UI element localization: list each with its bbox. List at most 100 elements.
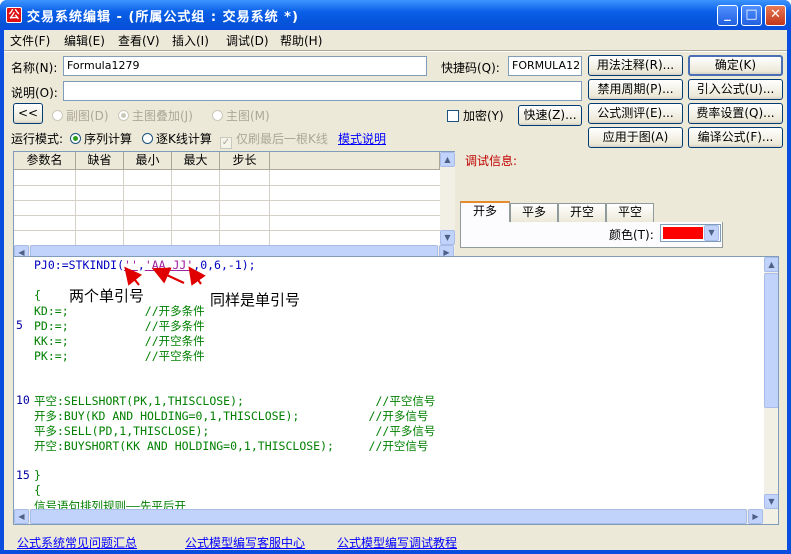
apply-to-chart-button[interactable]: 应用于图(A)	[588, 127, 683, 148]
code-token: PK:=; //平空条件	[34, 349, 205, 363]
close-button[interactable]: ✕	[765, 5, 786, 26]
scroll-right-icon[interactable]: ▶	[748, 509, 763, 524]
scroll-up-icon[interactable]: ▲	[764, 257, 778, 272]
tab-open-long[interactable]: 开多	[460, 201, 510, 223]
color-dropdown[interactable]: ▼	[660, 224, 721, 242]
shortcut-label: 快捷码(Q):	[441, 61, 500, 75]
menu-help[interactable]: 帮助(H)	[280, 32, 322, 49]
code-token: 开空:BUYSHORT(KK AND HOLDING=0,1,THISCLOSE…	[34, 439, 429, 453]
code-line[interactable]: 开空:BUYSHORT(KK AND HOLDING=0,1,THISCLOSE…	[34, 438, 428, 453]
menu-debug[interactable]: 调试(D)	[226, 32, 269, 49]
code-line[interactable]: PD:=; //平多条件	[34, 318, 205, 333]
scroll-left-icon[interactable]: ◀	[14, 509, 29, 524]
param-col-blank	[270, 152, 440, 170]
chevron-down-icon[interactable]: ▼	[704, 225, 719, 241]
code-token: KK:=; //开空条件	[34, 334, 205, 348]
radio-circle	[212, 110, 223, 121]
import-formula-button[interactable]: 引入公式(U)...	[688, 79, 783, 100]
code-token: {	[34, 288, 41, 302]
only-last-bar-checkbox[interactable]: ✓ 仅刷最后一根K线	[220, 130, 328, 149]
code-line[interactable]: 平多:SELL(PD,1,THISCLOSE); //平多信号	[34, 423, 435, 438]
usage-note-button[interactable]: 用法注释(R)...	[588, 55, 683, 76]
scroll-down-icon[interactable]: ▼	[764, 494, 778, 509]
tutorial-link[interactable]: 公式模型编写调试教程	[337, 534, 457, 551]
dialog-client: 文件(F) 编辑(E) 查看(V) 插入(I) 调试(D) 帮助(H) 名称(N…	[4, 30, 787, 550]
code-editor[interactable]: PJ0:=STKINDI('','AA.JJ',0,6,-1); {KD:=; /…	[13, 256, 779, 525]
menu-file[interactable]: 文件(F)	[10, 32, 50, 49]
menu-edit[interactable]: 编辑(E)	[64, 32, 105, 49]
name-field[interactable]: Formula1279	[63, 56, 427, 76]
param-col-name: 参数名	[14, 152, 76, 170]
formula-editor-window: 公 交易系统编辑 - (所属公式组 : 交易系统 *) _ □ ✕ 文件(F) …	[0, 0, 791, 554]
code-token: {	[34, 483, 41, 497]
description-field[interactable]	[63, 81, 582, 101]
tab-close-short[interactable]: 平空	[606, 203, 654, 222]
debug-info-label: 调试信息:	[465, 154, 518, 168]
code-line[interactable]: 平空:SELLSHORT(PK,1,THISCLOSE); //平空信号	[34, 393, 435, 408]
minimize-button[interactable]: _	[717, 5, 738, 26]
encrypt-checkbox[interactable]: 加密(Y)	[447, 107, 504, 124]
radio-sub-chart-label: 副图(D)	[66, 109, 109, 123]
code-token: 平多:SELL(PD,1,THISCLOSE); //平多信号	[34, 424, 436, 438]
annotation-two-quotes: 两个单引号	[69, 287, 145, 305]
menu-view[interactable]: 查看(V)	[118, 32, 160, 49]
param-col-min: 最小	[124, 152, 172, 170]
mode-help-link[interactable]: 模式说明	[338, 130, 386, 147]
title-bar[interactable]: 公 交易系统编辑 - (所属公式组 : 交易系统 *) _ □ ✕	[0, 0, 791, 30]
tab-close-long[interactable]: 平多	[510, 203, 558, 222]
radio-main-overlay[interactable]: 主图叠加(J)	[118, 107, 193, 124]
support-center-link[interactable]: 公式模型编写客服中心	[185, 534, 305, 551]
code-line[interactable]: {	[34, 483, 41, 498]
code-token: ,0,6,-1);	[193, 258, 256, 272]
radio-circle	[142, 133, 153, 144]
scroll-up-icon[interactable]: ▲	[440, 152, 455, 167]
param-col-max: 最大	[172, 152, 220, 170]
window-title: 交易系统编辑 - (所属公式组 : 交易系统 *)	[27, 10, 299, 25]
formula-test-button[interactable]: 公式测评(E)...	[588, 103, 683, 124]
code-token: PD:=; //平多条件	[34, 319, 205, 333]
editor-vscrollbar[interactable]: ▲ ▼	[764, 257, 778, 509]
faq-link[interactable]: 公式系统常见问题汇总	[17, 534, 137, 551]
color-swatch	[663, 227, 703, 239]
scroll-down-icon[interactable]: ▼	[440, 230, 455, 245]
code-line[interactable]: PJ0:=STKINDI('','AA.JJ',0,6,-1);	[34, 258, 256, 273]
code-token: ''	[124, 258, 138, 272]
radio-circle	[70, 133, 81, 144]
code-token: ,	[137, 258, 145, 272]
minimize-icon: _	[724, 7, 731, 22]
radio-circle	[52, 110, 63, 121]
color-label: 颜色(T):	[609, 228, 654, 242]
quick-button[interactable]: 快速(Z)...	[518, 105, 582, 126]
compile-formula-button[interactable]: 编译公式(F)...	[688, 127, 783, 148]
hscroll-thumb[interactable]	[30, 509, 747, 524]
code-line[interactable]: }	[34, 468, 41, 483]
editor-hscrollbar[interactable]: ◀ ▶	[14, 509, 778, 524]
vscroll-thumb[interactable]	[764, 273, 778, 408]
code-line[interactable]: {	[34, 288, 41, 303]
code-token: 'AA.JJ'	[144, 258, 194, 272]
radio-sequence-calc-label: 序列计算	[84, 132, 133, 146]
menu-separator	[4, 50, 787, 52]
code-line[interactable]: PK:=; //平空条件	[34, 348, 205, 363]
checkbox-box: ✓	[220, 137, 232, 149]
ok-button[interactable]: 确定(K)	[688, 55, 783, 76]
only-last-bar-label: 仅刷最后一根K线	[236, 132, 328, 146]
parameter-table[interactable]: 参数名 缺省 最小 最大 步长 ▲ ▼ ◀ ▶	[13, 151, 455, 262]
code-line[interactable]: KK:=; //开空条件	[34, 333, 205, 348]
menu-insert[interactable]: 插入(I)	[172, 32, 209, 49]
radio-sub-chart[interactable]: 副图(D)	[52, 107, 109, 124]
radio-per-bar-calc[interactable]: 逐K线计算	[142, 130, 212, 147]
shortcut-field[interactable]: FORMULA1279	[508, 56, 582, 76]
code-line[interactable]: 开多:BUY(KD AND HOLDING=0,1,THISCLOSE); //…	[34, 408, 428, 423]
parameter-grid-lines	[14, 170, 440, 245]
param-vscrollbar[interactable]: ▲ ▼	[440, 152, 455, 245]
tab-open-short[interactable]: 开空	[558, 203, 606, 222]
radio-main-chart[interactable]: 主图(M)	[212, 107, 270, 124]
fee-settings-button[interactable]: 费率设置(Q)...	[688, 103, 783, 124]
radio-circle	[118, 110, 129, 121]
radio-sequence-calc[interactable]: 序列计算	[70, 130, 132, 147]
maximize-button[interactable]: □	[741, 5, 762, 26]
collapse-button[interactable]: <<	[13, 103, 43, 124]
code-token: 平空:SELLSHORT(PK,1,THISCLOSE); //平空信号	[34, 394, 436, 408]
disable-period-button[interactable]: 禁用周期(P)...	[588, 79, 683, 100]
